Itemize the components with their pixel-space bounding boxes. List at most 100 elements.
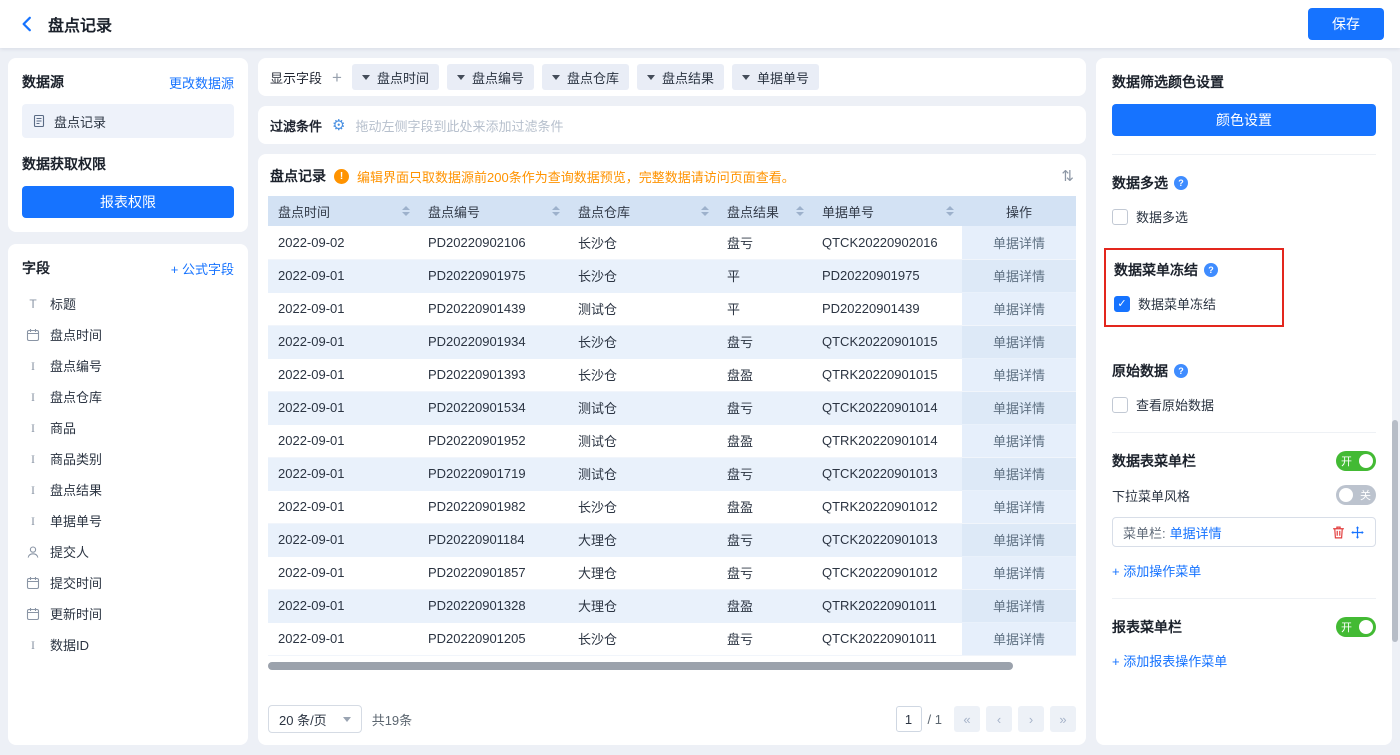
add-report-menu-link[interactable]: + 添加报表操作菜单 bbox=[1112, 651, 1227, 670]
table-row[interactable]: 2022-09-01PD20220901393长沙仓盘盈QTRK20220901… bbox=[268, 358, 1076, 391]
add-action-menu-link[interactable]: + 添加操作菜单 bbox=[1112, 561, 1201, 580]
field-item[interactable]: 盘点时间 bbox=[22, 319, 234, 350]
field-item[interactable]: 更新时间 bbox=[22, 598, 234, 629]
display-field-chip[interactable]: 盘点结果 bbox=[637, 64, 724, 90]
table-cell: 测试仓 bbox=[568, 292, 717, 325]
next-page-button[interactable]: › bbox=[1018, 706, 1044, 732]
table-row[interactable]: 2022-09-01PD20220901934长沙仓盘亏QTCK20220901… bbox=[268, 325, 1076, 358]
row-detail-link[interactable]: 单据详情 bbox=[993, 599, 1045, 614]
table-cell: 平 bbox=[717, 259, 812, 292]
table-row[interactable]: 2022-09-01PD20220901857大理仓盘亏QTCK20220901… bbox=[268, 556, 1076, 589]
menu-item-row[interactable]: 菜单栏: 单据详情 bbox=[1112, 517, 1376, 547]
trash-icon[interactable] bbox=[1331, 525, 1346, 540]
row-detail-link[interactable]: 单据详情 bbox=[993, 401, 1045, 416]
table-row[interactable]: 2022-09-01PD20220901328大理仓盘盈QTRK20220901… bbox=[268, 589, 1076, 622]
action-cell: 单据详情 bbox=[962, 391, 1076, 424]
table-cell: QTCK20220901012 bbox=[812, 556, 962, 589]
column-header[interactable]: 盘点结果 bbox=[717, 196, 812, 226]
color-setting-button[interactable]: 颜色设置 bbox=[1112, 104, 1376, 136]
table-row[interactable]: 2022-09-01PD20220901184大理仓盘亏QTCK20220901… bbox=[268, 523, 1076, 556]
display-field-chip[interactable]: 盘点编号 bbox=[447, 64, 534, 90]
display-field-chip[interactable]: 单据单号 bbox=[732, 64, 819, 90]
sort-icon[interactable] bbox=[701, 206, 709, 216]
field-item[interactable]: 提交人 bbox=[22, 536, 234, 567]
table-row[interactable]: 2022-09-01PD20220901439测试仓平PD20220901439… bbox=[268, 292, 1076, 325]
help-icon[interactable]: ? bbox=[1174, 176, 1188, 190]
table-menu-toggle[interactable]: 开 bbox=[1336, 451, 1376, 471]
sort-order-icon[interactable]: ⇅ bbox=[1061, 167, 1074, 185]
help-icon[interactable]: ? bbox=[1204, 263, 1218, 277]
column-header[interactable]: 盘点仓库 bbox=[568, 196, 717, 226]
row-detail-link[interactable]: 单据详情 bbox=[993, 467, 1045, 482]
table-row[interactable]: 2022-09-01PD20220901982长沙仓盘盈QTRK20220901… bbox=[268, 490, 1076, 523]
column-header[interactable]: 单据单号 bbox=[812, 196, 962, 226]
page-size-select[interactable]: 20 条/页 bbox=[268, 705, 362, 733]
display-field-chip[interactable]: 盘点仓库 bbox=[542, 64, 629, 90]
sort-icon[interactable] bbox=[402, 206, 410, 216]
column-header[interactable]: 操作 bbox=[962, 196, 1076, 226]
row-detail-link[interactable]: 单据详情 bbox=[993, 500, 1045, 515]
menu-freeze-checkbox[interactable]: ✓ 数据菜单冻结 bbox=[1114, 294, 1268, 313]
display-field-chip[interactable]: 盘点时间 bbox=[352, 64, 439, 90]
vertical-scrollbar[interactable] bbox=[1392, 420, 1398, 642]
raw-data-checkbox[interactable]: 查看原始数据 bbox=[1112, 395, 1376, 414]
table-head-bar: 盘点记录 ! 编辑界面只取数据源前200条作为查询数据预览，完整数据请访问页面查… bbox=[268, 154, 1076, 196]
field-item[interactable]: I商品类别 bbox=[22, 443, 234, 474]
row-detail-link[interactable]: 单据详情 bbox=[993, 368, 1045, 383]
row-detail-link[interactable]: 单据详情 bbox=[993, 566, 1045, 581]
row-detail-link[interactable]: 单据详情 bbox=[993, 269, 1045, 284]
horizontal-scrollbar[interactable] bbox=[268, 662, 1013, 670]
report-permission-button[interactable]: 报表权限 bbox=[22, 186, 234, 218]
column-header[interactable]: 盘点编号 bbox=[418, 196, 568, 226]
row-detail-link[interactable]: 单据详情 bbox=[993, 533, 1045, 548]
report-menu-toggle[interactable]: 开 bbox=[1336, 617, 1376, 637]
table-row[interactable]: 2022-09-01PD20220901952测试仓盘盈QTRK20220901… bbox=[268, 424, 1076, 457]
action-cell: 单据详情 bbox=[962, 259, 1076, 292]
column-header[interactable]: 盘点时间 bbox=[268, 196, 418, 226]
back-icon[interactable] bbox=[18, 15, 36, 33]
field-item[interactable]: I数据ID bbox=[22, 629, 234, 660]
table-row[interactable]: 2022-09-01PD20220901534测试仓盘亏QTCK20220901… bbox=[268, 391, 1076, 424]
field-item[interactable]: I盘点编号 bbox=[22, 350, 234, 381]
sort-icon[interactable] bbox=[552, 206, 560, 216]
multi-select-checkbox[interactable]: 数据多选 bbox=[1112, 207, 1376, 226]
table-row[interactable]: 2022-09-01PD20220901719测试仓盘亏QTCK20220901… bbox=[268, 457, 1076, 490]
table-row[interactable]: 2022-09-01PD20220901975长沙仓平PD20220901975… bbox=[268, 259, 1076, 292]
table-cell: 长沙仓 bbox=[568, 259, 717, 292]
datasource-item[interactable]: 盘点记录 bbox=[22, 104, 234, 138]
current-page-input[interactable]: 1 bbox=[896, 706, 922, 732]
sort-icon[interactable] bbox=[946, 206, 954, 216]
field-item[interactable]: 提交时间 bbox=[22, 567, 234, 598]
dropdown-style-toggle[interactable]: 关 bbox=[1336, 485, 1376, 505]
row-detail-link[interactable]: 单据详情 bbox=[993, 302, 1045, 317]
save-button[interactable]: 保存 bbox=[1308, 8, 1384, 40]
field-item[interactable]: I单据单号 bbox=[22, 505, 234, 536]
help-icon[interactable]: ? bbox=[1174, 364, 1188, 378]
row-detail-link[interactable]: 单据详情 bbox=[993, 434, 1045, 449]
field-item[interactable]: I盘点仓库 bbox=[22, 381, 234, 412]
move-icon[interactable] bbox=[1350, 525, 1365, 540]
menu-item-value[interactable]: 单据详情 bbox=[1170, 523, 1222, 542]
change-datasource-link[interactable]: 更改数据源 bbox=[169, 73, 234, 92]
table-cell: 盘亏 bbox=[717, 391, 812, 424]
first-page-button[interactable]: « bbox=[954, 706, 980, 732]
add-formula-field-link[interactable]: + 公式字段 bbox=[171, 259, 234, 278]
field-item[interactable]: I盘点结果 bbox=[22, 474, 234, 505]
action-cell: 单据详情 bbox=[962, 226, 1076, 259]
sort-icon[interactable] bbox=[796, 206, 804, 216]
add-display-field-button[interactable]: + bbox=[332, 69, 342, 86]
chevron-down-icon bbox=[457, 75, 465, 80]
last-page-button[interactable]: » bbox=[1050, 706, 1076, 732]
row-detail-link[interactable]: 单据详情 bbox=[993, 335, 1045, 350]
text-icon: I bbox=[26, 483, 40, 497]
table-row[interactable]: 2022-09-02PD20220902106长沙仓盘亏QTCK20220902… bbox=[268, 226, 1076, 259]
row-detail-link[interactable]: 单据详情 bbox=[993, 236, 1045, 251]
table-row[interactable]: 2022-09-01PD20220901205长沙仓盘亏QTCK20220901… bbox=[268, 622, 1076, 655]
table-cell: 盘亏 bbox=[717, 325, 812, 358]
annotation-highlight: 数据菜单冻结 ? ✓ 数据菜单冻结 bbox=[1104, 248, 1284, 327]
field-item[interactable]: T标题 bbox=[22, 288, 234, 319]
prev-page-button[interactable]: ‹ bbox=[986, 706, 1012, 732]
row-detail-link[interactable]: 单据详情 bbox=[993, 632, 1045, 647]
gear-icon[interactable]: ⚙ bbox=[332, 116, 345, 134]
field-item[interactable]: I商品 bbox=[22, 412, 234, 443]
